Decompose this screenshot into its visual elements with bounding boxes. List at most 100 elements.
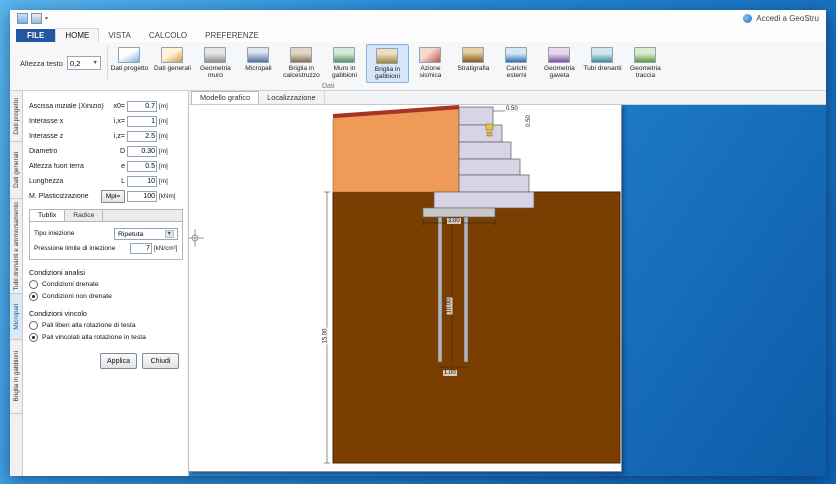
field-unit: [m] — [159, 163, 168, 170]
geometria-gaveta-icon — [548, 47, 571, 63]
diametro-input[interactable] — [127, 146, 157, 157]
field-label: Diametro — [29, 148, 58, 155]
dati-generali-button[interactable]: Dati generali — [151, 44, 194, 83]
micropali-button[interactable]: Micropali — [237, 44, 280, 83]
mpl-button[interactable]: Mpl= — [101, 190, 125, 203]
save-icon[interactable] — [31, 13, 42, 24]
tab-localizzazione[interactable]: Localizzazione — [259, 91, 325, 104]
tab-preferenze[interactable]: PREFERENZE — [196, 29, 268, 42]
signin-label: Accedi a GeoStru — [756, 14, 819, 23]
geometria-gaveta-button[interactable]: Geometria gaveta — [538, 44, 581, 83]
sidetab-micropali[interactable]: Micropali — [10, 294, 22, 340]
field-unit: [m] — [159, 178, 168, 185]
ascissa-input[interactable] — [127, 101, 157, 112]
field-row-ascissa: Ascissa iniziale (Xinizio) x0= [m] — [29, 99, 183, 114]
app-window: ▾ Accedi a GeoStru FILE HOME VISTA CALCO… — [10, 10, 826, 476]
dim-label-pile-spacing: 1.00 — [443, 370, 457, 376]
signin-link[interactable]: Accedi a GeoStru — [743, 14, 819, 23]
annotation-marker — [485, 123, 494, 137]
briglia-calcestruzzo-icon — [290, 47, 313, 63]
gabion-block — [458, 141, 512, 160]
gabion-block — [458, 158, 521, 176]
pressure-input[interactable] — [130, 243, 152, 254]
tab-calcolo[interactable]: CALCOLO — [140, 29, 196, 42]
gabion-block — [458, 174, 530, 193]
field-label: M. Plasticizzazione — [29, 193, 89, 200]
geometria-traccia-button[interactable]: Geometria traccia — [624, 44, 667, 83]
mpl-input[interactable] — [127, 191, 157, 202]
carichi-esterni-icon — [505, 47, 528, 63]
tab-vista[interactable]: VISTA — [99, 29, 140, 42]
radio-icon-selected — [29, 333, 38, 342]
quick-access-toolbar: ▾ — [17, 13, 48, 24]
pressure-label: Pressione limite di iniezione — [34, 244, 116, 252]
radio-condizioni-drenate[interactable]: Condizioni drenate — [29, 280, 183, 289]
tab-modello-grafico[interactable]: Modello grafico — [191, 91, 260, 104]
drawing-viewport: Modello grafico Localizzazione 15.00 10.… — [189, 91, 826, 476]
dati-progetto-icon — [118, 47, 141, 63]
field-label: Altezza fuori terra — [29, 163, 84, 170]
tab-tubfix[interactable]: Tubfix — [30, 210, 66, 221]
radio-pali-liberi[interactable]: Pali liberi alla rotazione di testa — [29, 321, 183, 330]
constraint-section-title: Condizioni vincolo — [29, 309, 87, 318]
interasse-x-input[interactable] — [127, 116, 157, 127]
tab-home[interactable]: HOME — [55, 28, 100, 42]
dati-progetto-button[interactable]: Dati progetto — [108, 44, 151, 83]
gabion-block — [458, 124, 503, 143]
dim-label-height: 15.00 — [322, 327, 329, 345]
applica-button[interactable]: Applica — [100, 353, 137, 369]
ribbon-group-label: Dati — [322, 83, 335, 90]
field-symbol: i,x= — [113, 118, 125, 125]
tubi-drenanti-button[interactable]: Tubi drenanti — [581, 44, 624, 83]
chevron-down-icon: ▼ — [164, 230, 174, 238]
field-row-diametro: Diametro D [m] — [29, 144, 183, 159]
field-row-lunghezza: Lunghezza L [m] — [29, 174, 183, 189]
geostru-account-icon — [743, 14, 753, 23]
dim-label-pile-length: 10.00 — [446, 297, 453, 315]
chevron-down-icon: ▼ — [92, 60, 98, 66]
azione-sismica-icon — [419, 47, 442, 63]
soil-region — [332, 191, 621, 464]
interasse-z-input[interactable] — [127, 131, 157, 142]
field-unit: [m] — [159, 118, 168, 125]
azione-sismica-button[interactable]: Azione sismica — [409, 44, 452, 83]
stratigrafia-button[interactable]: Stratigrafia — [452, 44, 495, 83]
field-unit: [m] — [159, 103, 168, 110]
geometria-muro-button[interactable]: Geometria muro — [194, 44, 237, 83]
text-height-combo[interactable]: 0,2 ▼ — [66, 56, 101, 70]
pile-type-tabs: Tubfix Radice — [30, 210, 182, 222]
stratigrafia-icon — [462, 47, 485, 63]
injection-type-dropdown[interactable]: Ripetuta ▼ — [114, 228, 178, 240]
briglia-gabbioni-button[interactable]: Briglia in gabbioni — [365, 44, 409, 83]
radio-condizioni-non-drenate[interactable]: Condizioni non drenate — [29, 292, 183, 301]
briglia-calcestruzzo-button[interactable]: Briglia in calcestruzzo — [280, 44, 323, 83]
micropali-icon — [247, 47, 270, 63]
field-unit: [kNm] — [159, 193, 176, 200]
lunghezza-input[interactable] — [127, 176, 157, 187]
altezza-fuori-terra-input[interactable] — [127, 161, 157, 172]
sidetab-tubi-drenanti[interactable]: Tubi drenanti e ammorsamento — [10, 199, 22, 294]
muro-gabbioni-button[interactable]: Muro in gabbioni — [323, 44, 366, 83]
micropile — [437, 216, 443, 363]
briglia-gabbioni-icon — [376, 48, 399, 64]
radio-icon — [29, 280, 38, 289]
tab-radice[interactable]: Radice — [65, 210, 104, 221]
app-icon[interactable] — [17, 13, 28, 24]
quickaccess-caret-icon[interactable]: ▾ — [45, 15, 48, 22]
sidetab-dati-generali[interactable]: Dati generali — [10, 142, 22, 199]
sidetab-briglia-gabbioni[interactable]: Briglia in gabbioni — [10, 340, 22, 414]
chiudi-button[interactable]: Chiudi — [142, 353, 179, 369]
geometria-muro-icon — [204, 47, 227, 63]
view-tabs: Modello grafico Localizzazione — [189, 91, 826, 105]
sidetab-dati-progetto[interactable]: Dati progetto — [10, 91, 22, 142]
micropali-panel: Ascissa iniziale (Xinizio) x0= [m] Inter… — [23, 91, 189, 476]
radio-pali-vincolati[interactable]: Pali vincolati alla rotazione in testa — [29, 333, 183, 342]
dim-label-top-width: 0.50 — [505, 106, 519, 112]
tab-file[interactable]: FILE — [16, 29, 56, 42]
injection-value: Ripetuta — [118, 230, 144, 238]
carichi-esterni-button[interactable]: Carichi esterni — [495, 44, 538, 83]
model-sheet[interactable]: 15.00 10.00 3.00 1.00 0.50 0.50 — [189, 105, 622, 472]
desktop: ▾ Accedi a GeoStru FILE HOME VISTA CALCO… — [0, 0, 836, 484]
pressure-row: Pressione limite di iniezione [kN/cm²] — [34, 243, 178, 254]
content-area: Dati progetto Dati generali Tubi drenant… — [10, 91, 826, 476]
